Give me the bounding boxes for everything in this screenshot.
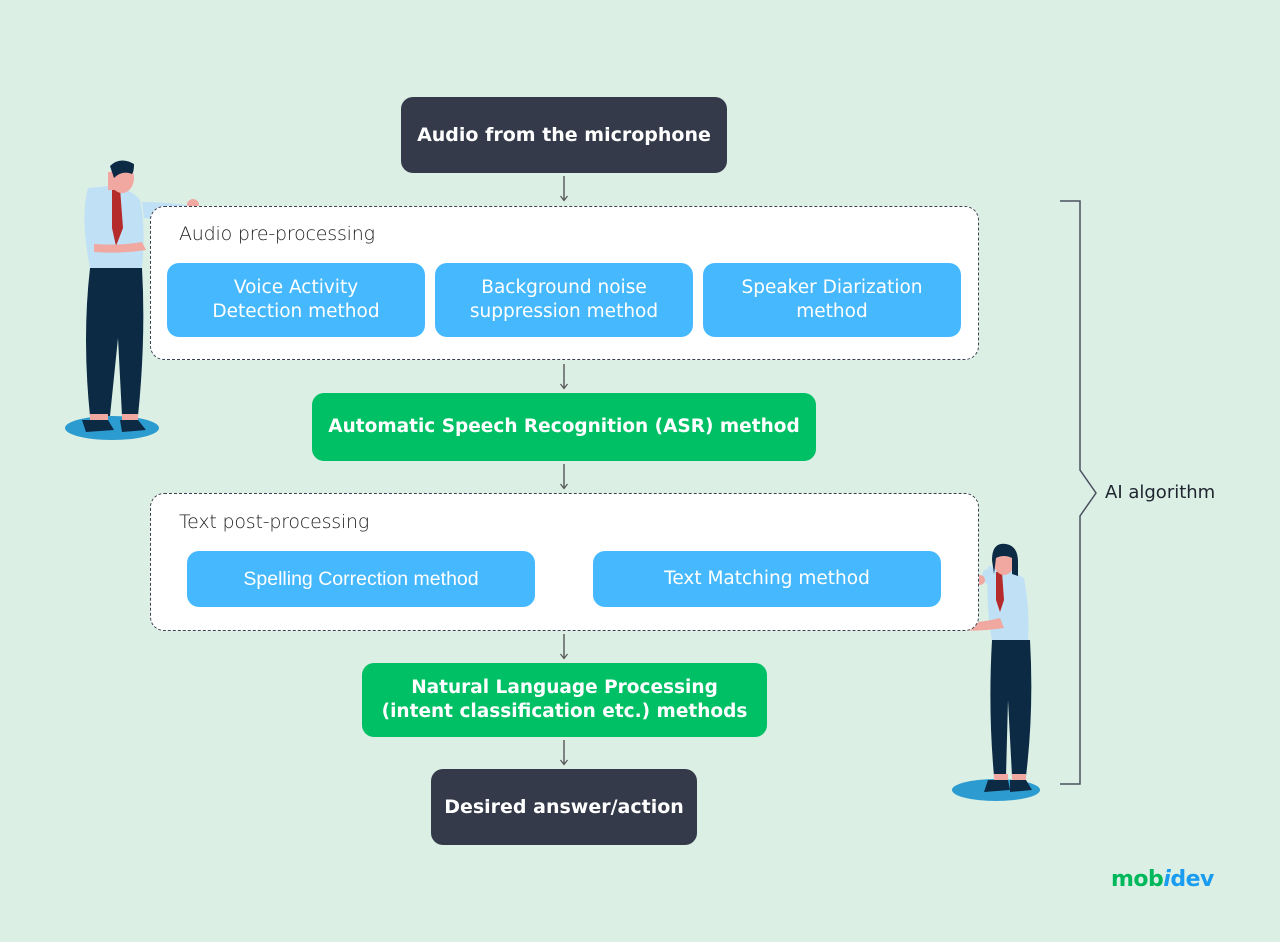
node-asr: Automatic Speech Recognition (ASR) metho… [312, 393, 816, 461]
brace-label-ai-algorithm: AI algorithm [1105, 482, 1216, 503]
node-vad-line1: Voice Activity [233, 277, 359, 298]
node-asr-label: Automatic Speech Recognition (ASR) metho… [328, 416, 800, 437]
node-text-matching-label: Text Matching method [664, 568, 870, 589]
node-nlp-line2: (intent classification etc.) methods [381, 701, 748, 722]
node-speaker-diarization: Speaker Diarization method [703, 263, 961, 337]
arrow-down-icon [560, 176, 568, 202]
node-nlp: Natural Language Processing (intent clas… [362, 663, 767, 737]
node-bns-line1: Background noise [481, 277, 647, 298]
node-bns-line2: suppression method [469, 301, 659, 322]
node-sd-line1: Speaker Diarization [741, 277, 923, 298]
logo-part-dev: dev [1170, 867, 1214, 892]
node-sd-line2: method [796, 301, 868, 322]
node-audio-from-microphone-label: Audio from the microphone [417, 124, 711, 146]
node-text-matching: Text Matching method [593, 551, 941, 607]
node-spelling-correction-label: Spelling Correction method [243, 568, 479, 590]
arrow-down-icon [560, 634, 568, 660]
node-audio-from-microphone: Audio from the microphone [401, 97, 727, 173]
group-audio-preprocessing-title: Audio pre-processing [179, 223, 375, 245]
node-nlp-line1: Natural Language Processing [411, 677, 718, 698]
arrow-down-icon [560, 464, 568, 490]
node-desired-answer-label: Desired answer/action [444, 796, 684, 818]
curly-brace-icon [1060, 200, 1097, 785]
node-voice-activity-detection: Voice Activity Detection method [167, 263, 425, 337]
arrow-down-icon [560, 364, 568, 390]
mobidev-logo: mobidev [1111, 867, 1214, 892]
node-spelling-correction: Spelling Correction method [187, 551, 535, 607]
node-vad-line2: Detection method [212, 301, 380, 322]
node-background-noise-suppression: Background noise suppression method [435, 263, 693, 337]
logo-part-mob: mob [1111, 867, 1164, 892]
node-desired-answer: Desired answer/action [431, 769, 697, 845]
group-text-postprocessing-title: Text post-processing [179, 511, 370, 533]
arrow-down-icon [560, 740, 568, 766]
